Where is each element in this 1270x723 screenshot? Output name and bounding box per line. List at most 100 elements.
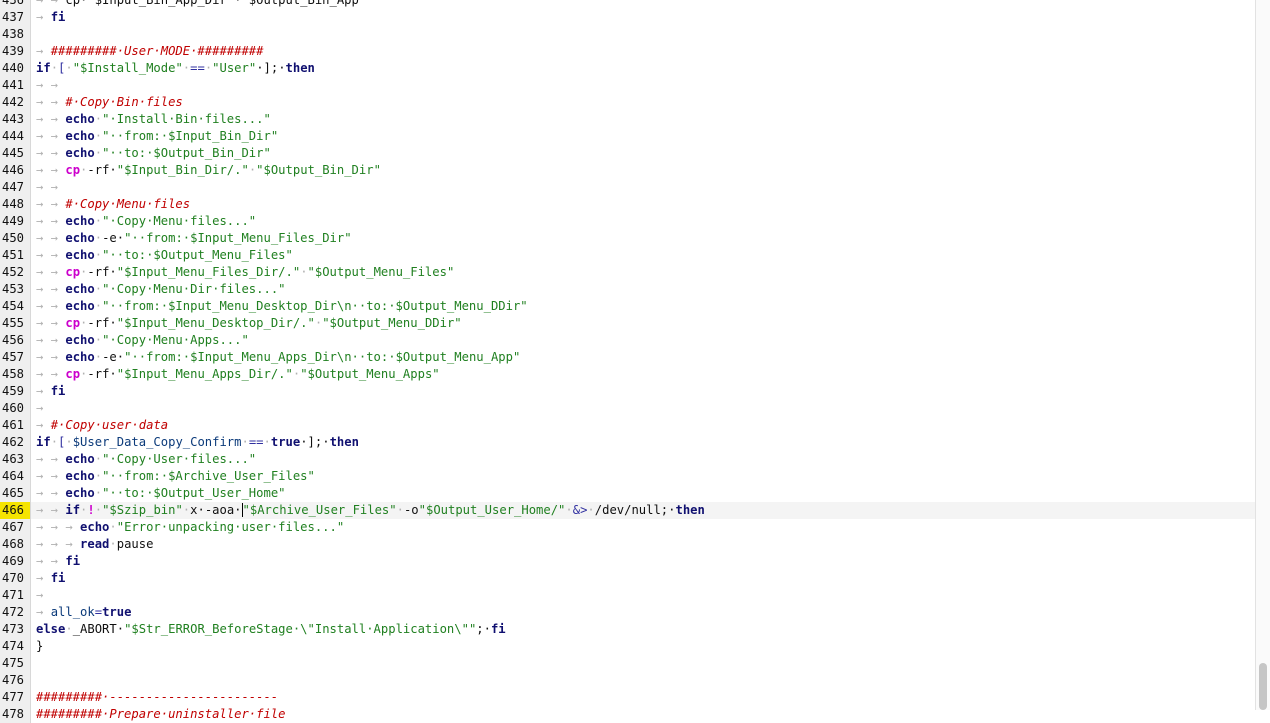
code-line[interactable]: 438: [0, 26, 1256, 43]
code-line[interactable]: 475: [0, 655, 1256, 672]
code-token: → → →: [36, 537, 81, 551]
code-line[interactable]: 465 → → echo·"··to:·$Output_User_Home": [0, 485, 1256, 502]
code-token: echo: [65, 333, 95, 347]
code-editor[interactable]: 436 → → cp·"$Input_Bin_App_Dir"·"$Output_…: [0, 0, 1256, 723]
code-line[interactable]: 444 → → echo·"··from:·$Input_Bin_Dir": [0, 128, 1256, 145]
code-text: → → echo·-e·"··from:·$Input_Menu_Files_D…: [36, 230, 352, 247]
code-line[interactable]: 463 → → echo·"·Copy·User·files...": [0, 451, 1256, 468]
code-text: → → echo·"·Copy·Menu·Dir·files...": [36, 281, 286, 298]
code-token: fi: [65, 554, 81, 568]
code-text: if·[·$User_Data_Copy_Confirm·==·true·];·…: [36, 434, 359, 451]
code-line[interactable]: 474}: [0, 638, 1256, 655]
code-token: fi: [50, 384, 66, 398]
code-line[interactable]: 436 → → cp·"$Input_Bin_App_Dir"·"$Output_…: [0, 0, 1256, 9]
code-line[interactable]: 447 → →: [0, 179, 1256, 196]
code-line[interactable]: 456 → → echo·"·Copy·Menu·Apps...": [0, 332, 1256, 349]
code-token: "··to:·$Output_User_Home": [102, 486, 286, 500]
code-text: → fi: [36, 383, 65, 400]
code-text: →: [36, 400, 51, 417]
code-token: ·: [50, 61, 59, 75]
code-token: -rf·: [87, 163, 117, 177]
vertical-scrollbar[interactable]: [1255, 0, 1270, 710]
code-line[interactable]: 448 → → #·Copy·Menu·files: [0, 196, 1256, 213]
code-token: if: [36, 61, 51, 75]
code-text: → → echo·-e·"··from:·$Input_Menu_Apps_Di…: [36, 349, 520, 366]
code-token: ·: [94, 282, 103, 296]
code-line[interactable]: 466 → → if·!·"$Szip_bin"·x·-aoa·"$Archive…: [0, 502, 1256, 519]
code-line[interactable]: 455 → → cp·-rf·"$Input_Menu_Desktop_Dir/.…: [0, 315, 1256, 332]
code-token: echo: [65, 452, 95, 466]
line-number: 451: [0, 247, 31, 264]
code-line[interactable]: 471 →: [0, 587, 1256, 604]
line-number: 446: [0, 162, 31, 179]
code-token: ·: [94, 486, 103, 500]
code-line[interactable]: 457 → → echo·-e·"··from:·$Input_Menu_Apps…: [0, 349, 1256, 366]
code-text: → → #·Copy·Bin·files: [36, 94, 183, 111]
code-token: then: [329, 435, 359, 449]
code-text: → all_ok=true: [36, 604, 131, 621]
code-token: ·: [241, 435, 249, 449]
code-line[interactable]: 443 → → echo·"·Install·Bin·files...": [0, 111, 1256, 128]
code-line[interactable]: 459 → fi: [0, 383, 1256, 400]
line-number: 455: [0, 315, 31, 332]
code-line[interactable]: 453 → → echo·"·Copy·Menu·Dir·files...": [0, 281, 1256, 298]
code-text: #########·Prepare·uninstaller·file: [36, 706, 285, 723]
code-line[interactable]: 472 → all_ok=true: [0, 604, 1256, 621]
code-line[interactable]: 461 → #·Copy·user·data: [0, 417, 1256, 434]
code-line[interactable]: 450 → → echo·-e·"··from:·$Input_Menu_File…: [0, 230, 1256, 247]
scrollbar-thumb[interactable]: [1259, 663, 1267, 710]
code-line[interactable]: 440 if·[·"$Install_Mode"·==·"User"·];·the…: [0, 60, 1256, 77]
code-token: "··from:·$Input_Menu_Desktop_Dir\n··to:·…: [102, 299, 528, 313]
code-text: → → cp·-rf·"$Input_Bin_Dir/."·"$Output_B…: [36, 162, 381, 179]
code-line[interactable]: 449 → → echo·"·Copy·Menu·files...": [0, 213, 1256, 230]
code-line[interactable]: 468 → → → read·pause: [0, 536, 1256, 553]
line-number: 469: [0, 553, 31, 570]
code-token: echo: [65, 112, 95, 126]
code-token: "··from:·$Input_Menu_Files_Dir": [124, 231, 352, 245]
code-line[interactable]: 462 if·[·$User_Data_Copy_Confirm·==·true·…: [0, 434, 1256, 451]
code-line[interactable]: 477 #########·-----------------------: [0, 689, 1256, 706]
code-line[interactable]: 451 → → echo·"··to:·$Output_Menu_Files": [0, 247, 1256, 264]
code-line[interactable]: 467 → → → echo·"Error·unpacking·user·file…: [0, 519, 1256, 536]
code-token: "$Input_Bin_Dir/.": [116, 163, 249, 177]
code-line[interactable]: 446 → → cp·-rf·"$Input_Bin_Dir/."·"$Outpu…: [0, 162, 1256, 179]
line-number: 474: [0, 638, 31, 655]
code-token: ==: [248, 435, 264, 449]
code-line[interactable]: 473 else·_ABORT·"$Str_ERROR_BeforeStage·\…: [0, 621, 1256, 638]
code-token: →: [36, 401, 51, 415]
code-token: fi: [50, 571, 66, 585]
code-line[interactable]: 445 → → echo·"··to:·$Output_Bin_Dir": [0, 145, 1256, 162]
code-line[interactable]: 470 → fi: [0, 570, 1256, 587]
code-text: → fi: [36, 9, 65, 26]
code-line[interactable]: 454 → → echo·"··from:·$Input_Menu_Desktop…: [0, 298, 1256, 315]
code-token: → →: [36, 469, 66, 483]
code-line[interactable]: 441 → →: [0, 77, 1256, 94]
code-token: ·: [396, 503, 404, 517]
code-line[interactable]: 458 → → cp·-rf·"$Input_Menu_Apps_Dir/."·"…: [0, 366, 1256, 383]
code-line[interactable]: 460 →: [0, 400, 1256, 417]
code-line[interactable]: 442 → → #·Copy·Bin·files: [0, 94, 1256, 111]
code-token: ·: [94, 214, 103, 228]
line-number: 465: [0, 485, 31, 502]
line-number: 453: [0, 281, 31, 298]
code-text: → → #·Copy·Menu·files: [36, 196, 190, 213]
code-line[interactable]: 469 → → fi: [0, 553, 1256, 570]
line-number: 463: [0, 451, 31, 468]
code-token: → →: [36, 486, 66, 500]
code-token: cp: [65, 367, 81, 381]
code-token: "$Input_Menu_Files_Dir/.": [116, 265, 301, 279]
code-token: #########·-----------------------: [36, 690, 279, 704]
code-line[interactable]: 452 → → cp·-rf·"$Input_Menu_Files_Dir/."·…: [0, 264, 1256, 281]
code-token: ·: [94, 129, 103, 143]
code-token: →: [36, 605, 51, 619]
code-line[interactable]: 439 → #########·User·MODE·#########: [0, 43, 1256, 60]
code-line[interactable]: 478 #########·Prepare·uninstaller·file: [0, 706, 1256, 723]
code-text: → fi: [36, 570, 65, 587]
code-token: #·Copy·Bin·files: [65, 95, 183, 109]
code-line[interactable]: 476: [0, 672, 1256, 689]
code-line[interactable]: 437 → fi: [0, 9, 1256, 26]
code-token: #########·Prepare·uninstaller·file: [36, 707, 286, 721]
code-token: →: [36, 384, 51, 398]
code-line[interactable]: 464 → → echo·"··from:·$Archive_User_Files…: [0, 468, 1256, 485]
code-token: → →: [36, 214, 66, 228]
